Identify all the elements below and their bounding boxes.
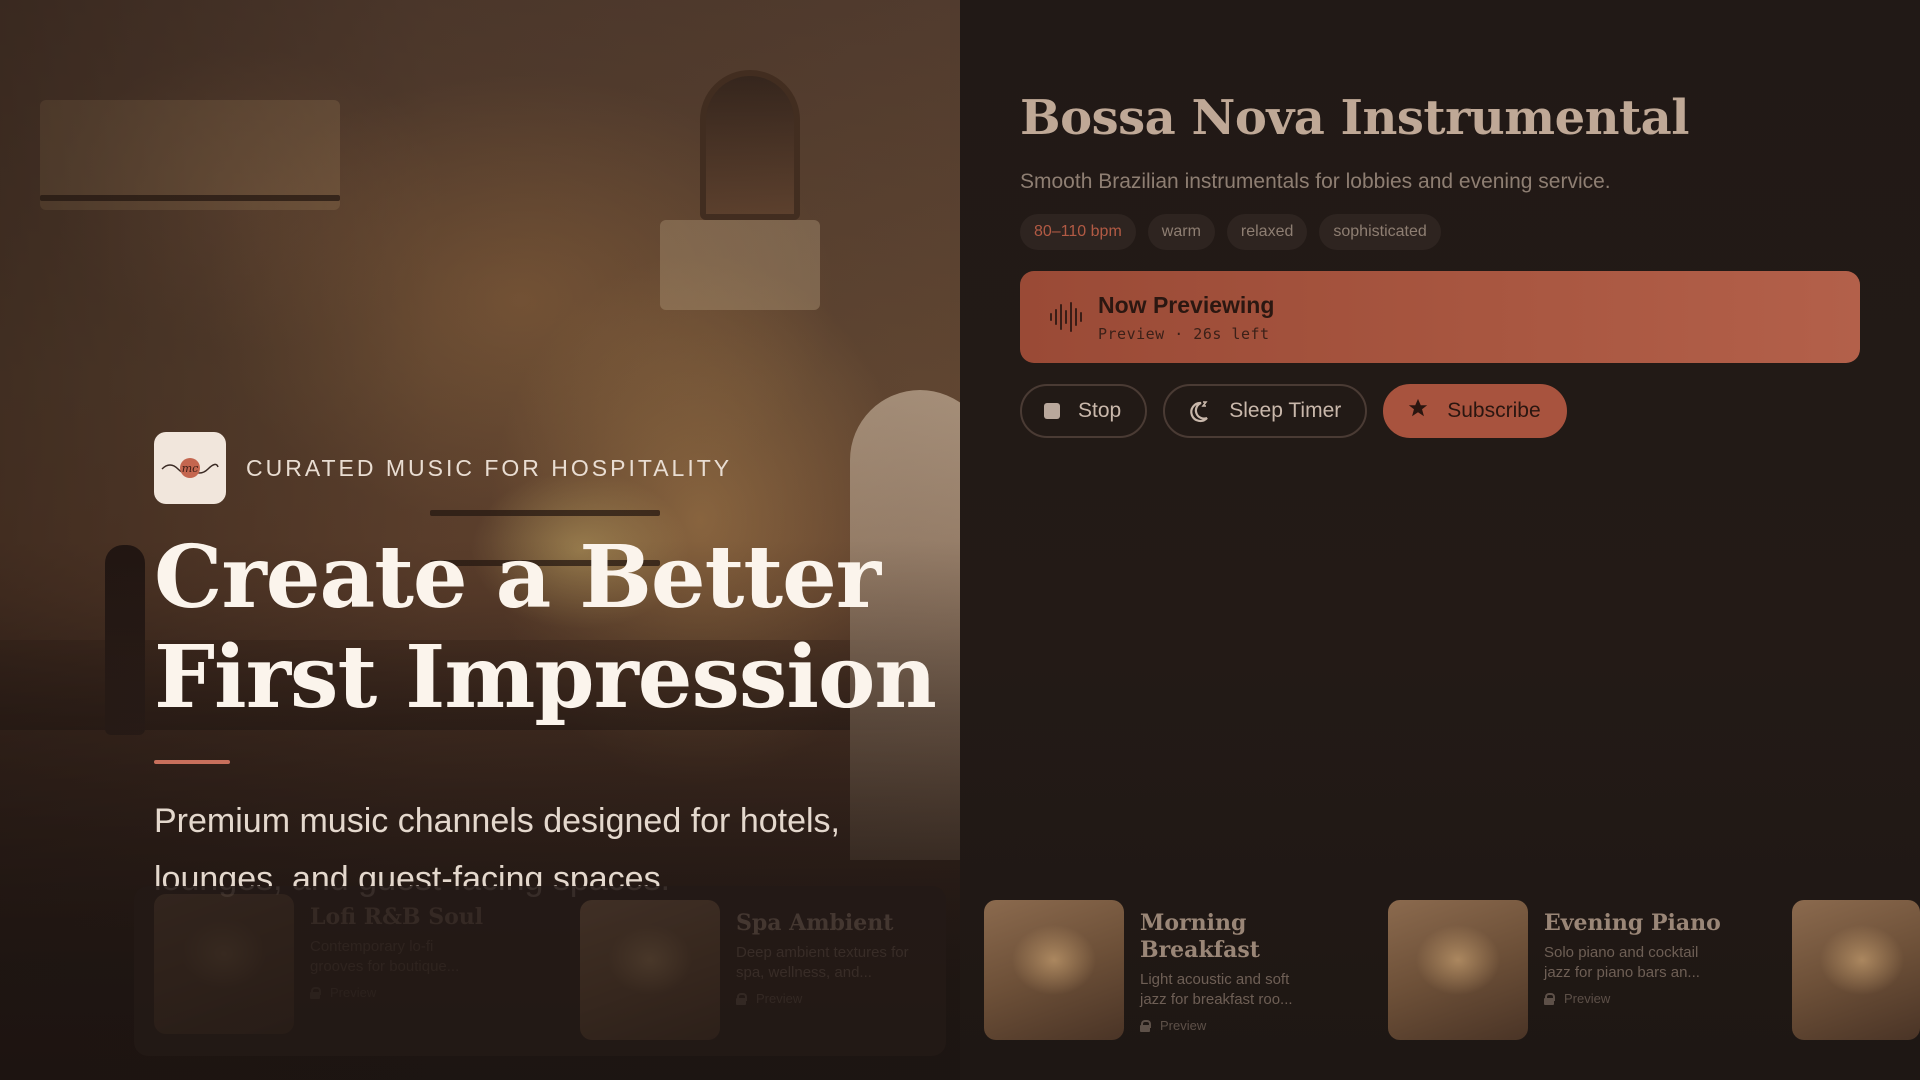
channel-card-meta: Preview bbox=[1140, 1018, 1320, 1033]
sleep-timer-button[interactable]: Sleep Timer bbox=[1163, 384, 1368, 438]
channel-thumbnail bbox=[984, 900, 1124, 1040]
channel-card[interactable]: Spa Ambient Deep ambient textures for sp… bbox=[580, 900, 916, 1040]
channel-carousel: Lofi R&B Soul Contemporary lo-fi grooves… bbox=[0, 880, 1920, 1080]
hero-divider bbox=[154, 760, 230, 764]
preview-label: Preview bbox=[1160, 1018, 1207, 1033]
channel-card-title: Lofi R&B Soul bbox=[310, 904, 484, 930]
channel-card-partial[interactable] bbox=[1792, 900, 1920, 1040]
channel-card-meta: Preview bbox=[310, 985, 490, 1000]
preview-label: Preview bbox=[1564, 991, 1611, 1006]
tag-mood: warm bbox=[1147, 214, 1215, 250]
lock-icon bbox=[736, 992, 747, 1005]
preview-label: Preview bbox=[756, 991, 803, 1006]
lock-icon bbox=[1544, 992, 1555, 1005]
channel-thumbnail bbox=[580, 900, 720, 1040]
subscribe-label: Subscribe bbox=[1447, 399, 1541, 422]
channel-card[interactable]: Lofi R&B Soul Contemporary lo-fi grooves… bbox=[154, 894, 490, 1034]
channel-card-info: Lofi R&B Soul Contemporary lo-fi grooves… bbox=[310, 894, 490, 1034]
channel-title: Bossa Nova Instrumental bbox=[1020, 90, 1690, 146]
preview-label: Now Previewing bbox=[1098, 291, 1275, 318]
channel-card-info: Morning Breakfast Light acoustic and sof… bbox=[1140, 900, 1320, 1040]
channel-card-info: Evening Piano Solo piano and cocktail ja… bbox=[1544, 900, 1724, 1040]
channel-card-title: Morning Breakfast bbox=[1140, 910, 1260, 963]
channel-card-info: Spa Ambient Deep ambient textures for sp… bbox=[736, 900, 916, 1040]
channel-card-description: Light acoustic and soft jazz for breakfa… bbox=[1140, 971, 1293, 1008]
tag-mood: relaxed bbox=[1226, 214, 1308, 250]
brand-logo: mc bbox=[154, 432, 226, 504]
channel-description: Smooth Brazilian instrumentals for lobbi… bbox=[1020, 170, 1611, 193]
channel-card-description: Contemporary lo-fi grooves for boutique.… bbox=[310, 938, 460, 975]
playback-controls: Stop Sleep Timer Subscribe bbox=[1020, 384, 1567, 438]
lock-icon bbox=[310, 986, 321, 999]
channel-card-description: Deep ambient textures for spa, wellness,… bbox=[736, 944, 909, 981]
channel-card-meta: Preview bbox=[1544, 991, 1724, 1006]
subscribe-button[interactable]: Subscribe bbox=[1383, 384, 1567, 438]
tag-bpm: 80–110 bpm bbox=[1020, 214, 1136, 250]
channel-thumbnail bbox=[1388, 900, 1528, 1040]
brand-tagline: CURATED MUSIC FOR HOSPITALITY bbox=[246, 454, 733, 481]
preview-label: Preview bbox=[330, 985, 377, 1000]
preview-text: Now Previewing Preview · 26s left bbox=[1098, 292, 1274, 343]
channel-thumbnail bbox=[154, 894, 294, 1034]
moon-icon bbox=[1187, 399, 1211, 423]
hero-title: Create a Better First Impression bbox=[154, 527, 937, 728]
channel-card[interactable]: Morning Breakfast Light acoustic and sof… bbox=[984, 900, 1320, 1040]
channel-card-description: Solo piano and cocktail jazz for piano b… bbox=[1544, 944, 1700, 981]
channel-card-title: Spa Ambient bbox=[736, 910, 894, 936]
star-icon bbox=[1407, 397, 1429, 425]
waveform-icon bbox=[1050, 301, 1082, 333]
stop-button[interactable]: Stop bbox=[1020, 384, 1148, 438]
channel-card-meta: Preview bbox=[736, 991, 916, 1006]
channel-card-title: Evening Piano bbox=[1544, 910, 1721, 936]
now-previewing-bar[interactable]: Now Previewing Preview · 26s left bbox=[1020, 271, 1860, 363]
lock-icon bbox=[1140, 1019, 1151, 1032]
stop-label: Stop bbox=[1078, 399, 1122, 422]
channel-thumbnail bbox=[1792, 900, 1920, 1040]
channel-tags: 80–110 bpm warm relaxed sophisticated bbox=[1020, 214, 1441, 250]
logo-mark: mc bbox=[182, 462, 199, 475]
stop-icon bbox=[1044, 403, 1060, 419]
preview-status: Preview · 26s left bbox=[1098, 324, 1270, 343]
tag-mood: sophisticated bbox=[1319, 214, 1441, 250]
channel-card[interactable]: Evening Piano Solo piano and cocktail ja… bbox=[1388, 900, 1724, 1040]
brand-row: mc CURATED MUSIC FOR HOSPITALITY bbox=[154, 432, 732, 504]
sleep-timer-label: Sleep Timer bbox=[1229, 399, 1342, 422]
